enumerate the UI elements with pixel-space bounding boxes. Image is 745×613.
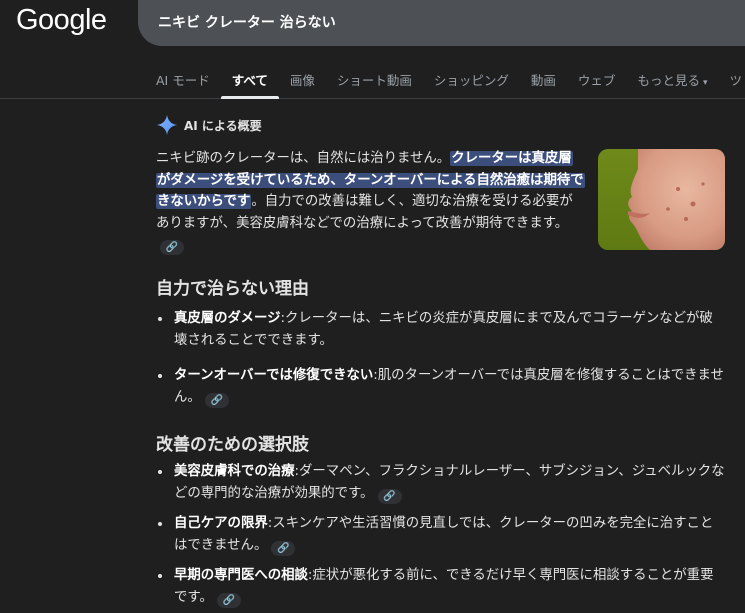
search-input[interactable]: ニキビ クレーター 治らない bbox=[158, 12, 336, 32]
gemini-spark-icon bbox=[156, 114, 178, 136]
item-title: 早期の専門医への相談 bbox=[174, 568, 308, 583]
ai-summary: ニキビ跡のクレーターは、自然には治りません。クレーターは真皮層がダメージを受けて… bbox=[156, 148, 585, 256]
list-item: 真皮層のダメージ:クレーターは、ニキビの炎症が真皮層にまで及んでコラーゲンなどが… bbox=[156, 308, 726, 351]
link-icon[interactable]: 🔗 bbox=[204, 392, 229, 408]
list-item: 美容皮膚科での治療:ダーマペン、フラクショナルレーザー、サブシジョン、ジュベルッ… bbox=[156, 461, 726, 504]
section-heading-reasons: 自力で治らない理由 bbox=[156, 279, 309, 299]
tab-tools[interactable]: ツ bbox=[718, 70, 745, 98]
list-item: ターンオーバーでは修復できない:肌のターンオーバーでは真皮層を修復することはでき… bbox=[156, 365, 726, 408]
ai-overview-title: AI による概要 bbox=[184, 118, 262, 133]
search-box[interactable]: ニキビ クレーター 治らない bbox=[138, 0, 745, 46]
section-heading-options: 改善のための選択肢 bbox=[156, 435, 309, 455]
header: Google ニキビ クレーター 治らない AI モード すべて 画像 ショート… bbox=[0, 0, 745, 99]
reasons-list: 真皮層のダメージ:クレーターは、ニキビの炎症が真皮層にまで及んでコラーゲンなどが… bbox=[156, 308, 726, 408]
list-item: 早期の専門医への相談:症状が悪化する前に、できるだけ早く専門医に相談することが重… bbox=[156, 565, 726, 608]
skin-thumbnail-image[interactable] bbox=[598, 149, 725, 250]
google-logo[interactable]: Google bbox=[16, 4, 107, 37]
tab-all[interactable]: すべて bbox=[220, 70, 280, 99]
link-icon[interactable]: 🔗 bbox=[160, 240, 184, 255]
summary-text-1: ニキビ跡のクレーターは、自然には治りません。 bbox=[156, 151, 451, 166]
link-icon[interactable]: 🔗 bbox=[216, 592, 241, 608]
chevron-down-icon: ▾ bbox=[702, 78, 708, 88]
ai-overview-header: AI による概要 bbox=[156, 114, 262, 136]
options-list: 美容皮膚科での治療:ダーマペン、フラクショナルレーザー、サブシジョン、ジュベルッ… bbox=[156, 461, 726, 608]
tab-short-videos[interactable]: ショート動画 bbox=[326, 70, 423, 98]
tab-ai-mode[interactable]: AI モード bbox=[156, 70, 221, 98]
list-item: 自己ケアの限界:スキンケアや生活習慣の見直しでは、クレーターの凹みを完全に治すこ… bbox=[156, 513, 726, 556]
tab-web[interactable]: ウェブ bbox=[567, 70, 627, 98]
link-icon[interactable]: 🔗 bbox=[271, 540, 296, 556]
tab-more[interactable]: もっと見る ▾ bbox=[626, 70, 718, 98]
item-title: ターンオーバーでは修復できない bbox=[174, 368, 374, 383]
tab-shopping[interactable]: ショッピング bbox=[423, 70, 520, 98]
item-title: 自己ケアの限界 bbox=[174, 516, 268, 531]
link-icon[interactable]: 🔗 bbox=[377, 488, 402, 504]
item-title: 美容皮膚科での治療 bbox=[174, 464, 295, 479]
search-tabs: AI モード すべて 画像 ショート動画 ショッピング 動画 ウェブ もっと見る… bbox=[156, 70, 745, 99]
tab-images[interactable]: 画像 bbox=[279, 70, 326, 98]
item-title: 真皮層のダメージ bbox=[174, 311, 281, 326]
tab-more-label: もっと見る bbox=[637, 73, 700, 88]
tab-videos[interactable]: 動画 bbox=[520, 70, 567, 98]
